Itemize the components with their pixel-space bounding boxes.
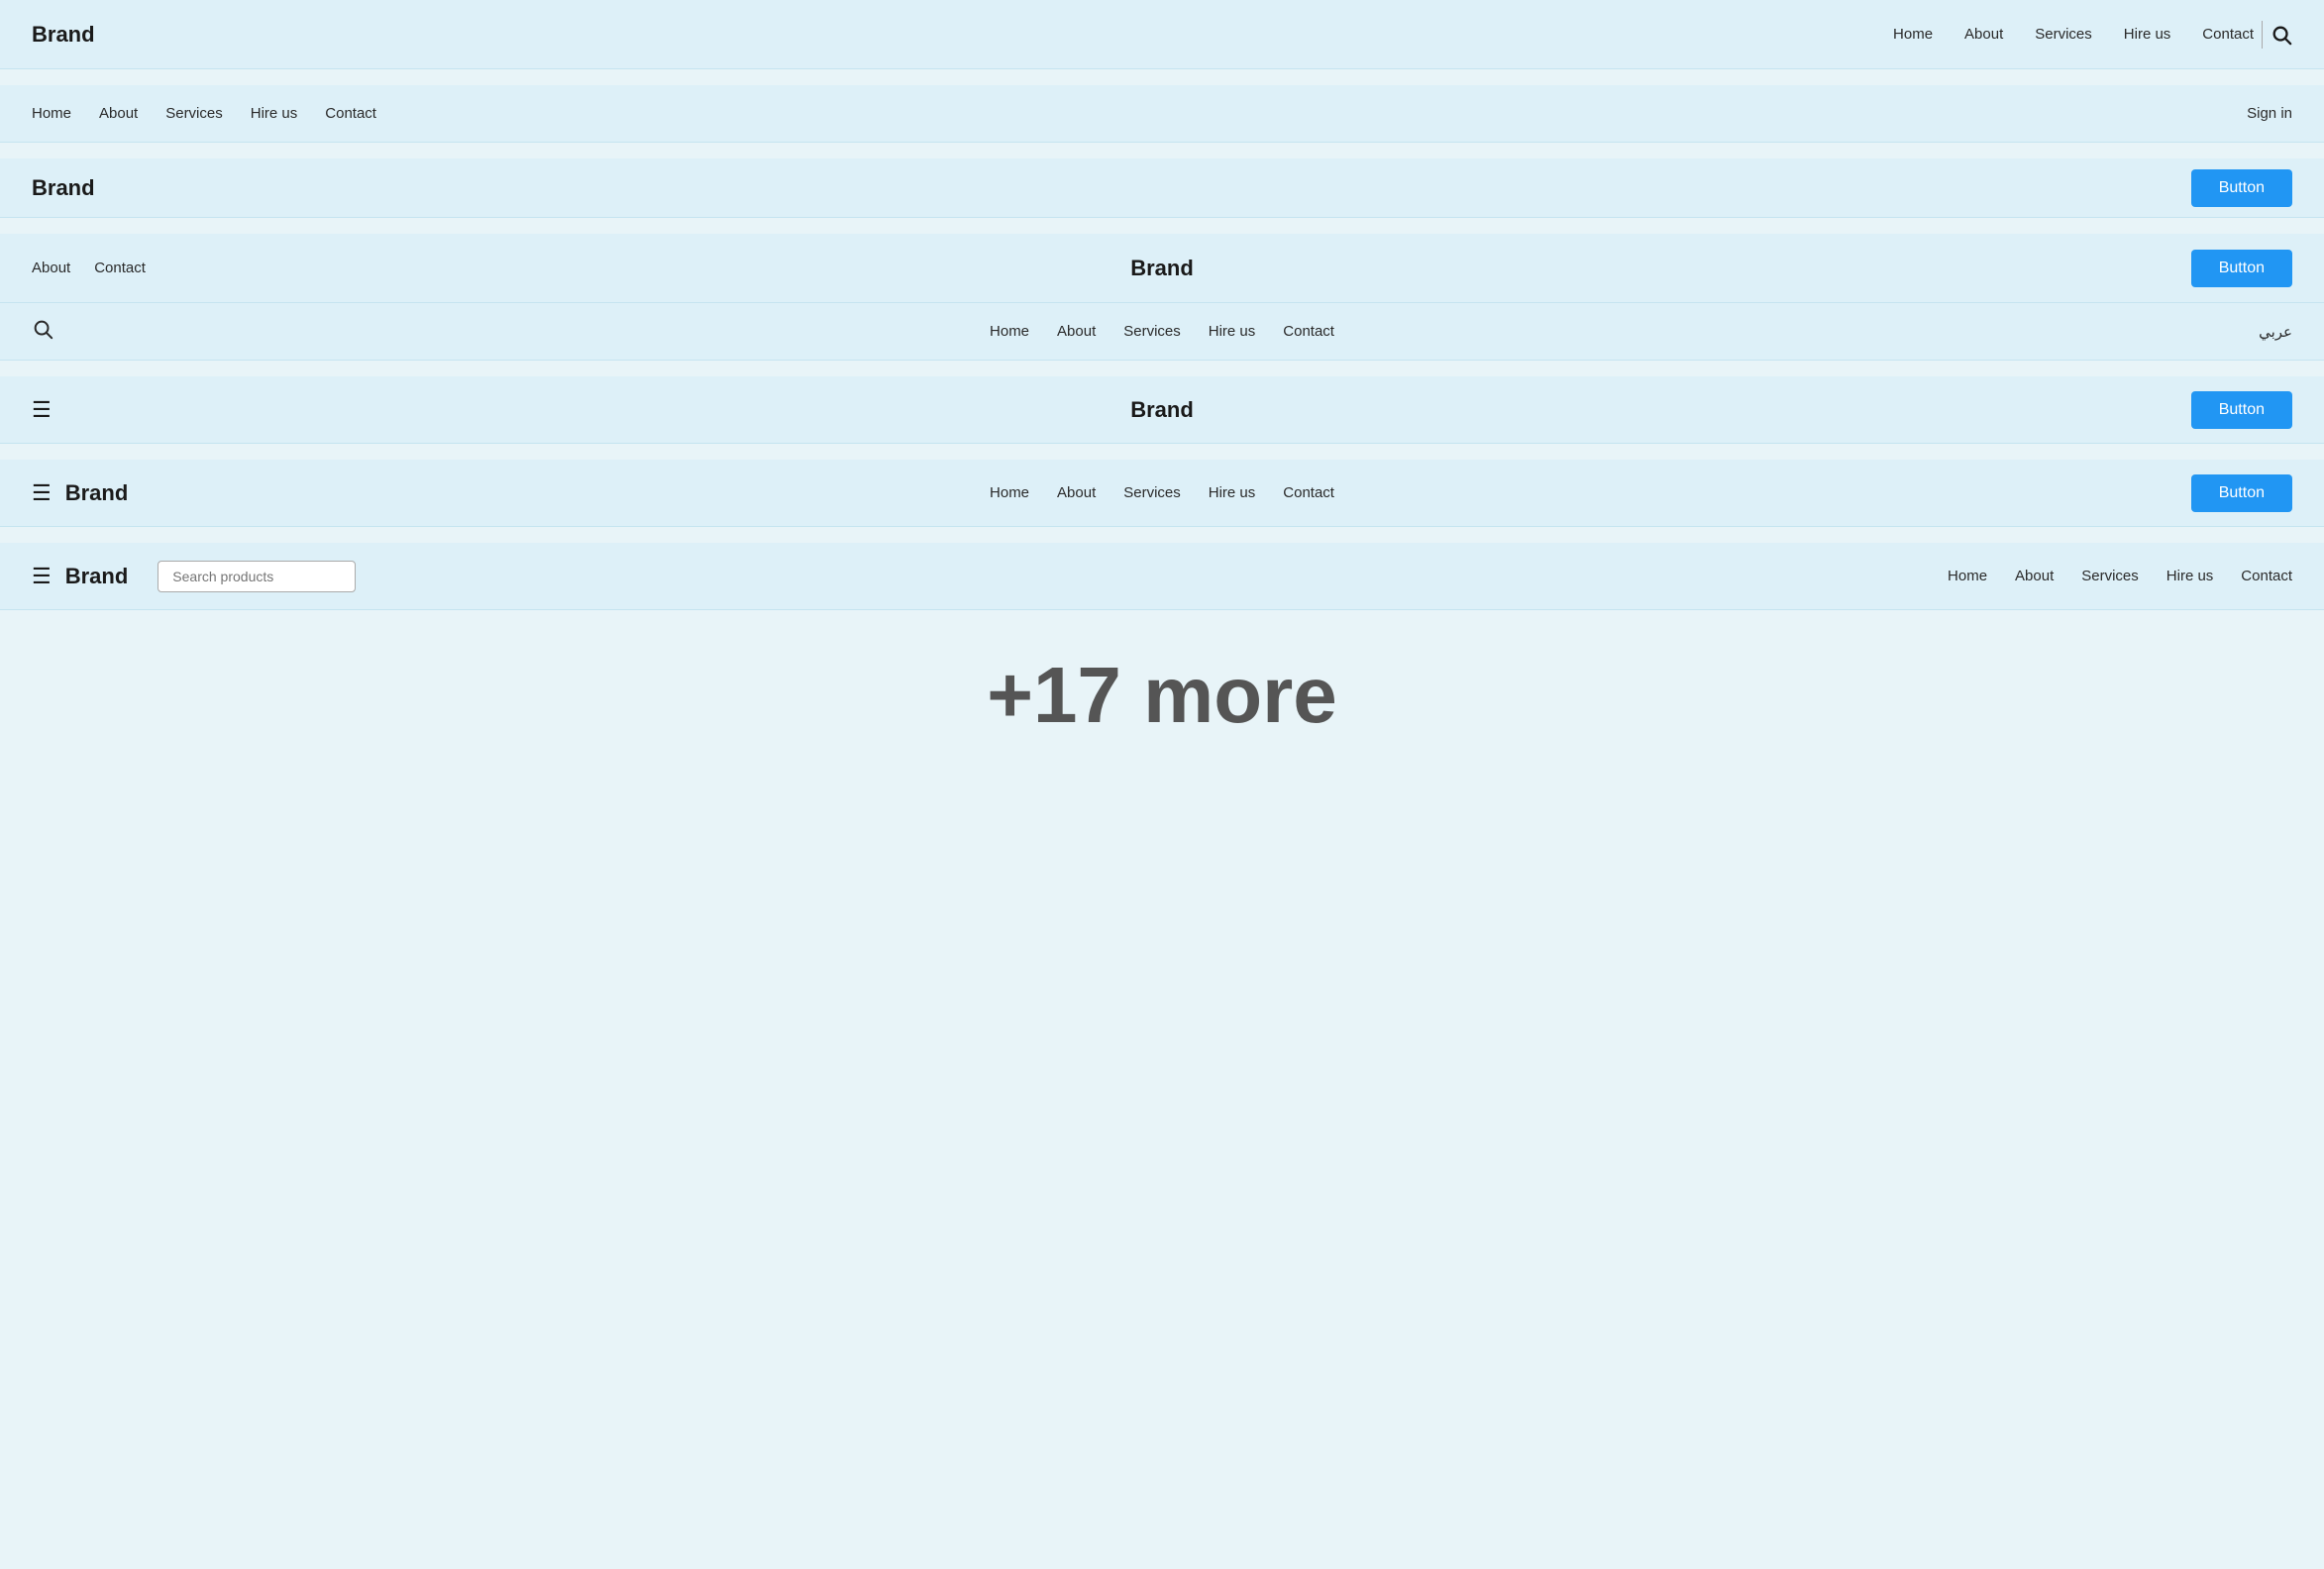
nav-home-2[interactable]: Home xyxy=(32,105,71,122)
button-4[interactable]: Button xyxy=(2191,250,2292,287)
gap-6 xyxy=(0,444,2324,460)
navbar-7: ☰ Brand Home About Services Hire us Cont… xyxy=(0,460,2324,527)
nav-hireus-1[interactable]: Hire us xyxy=(2124,26,2171,43)
navbar-2: Home About Services Hire us Contact Sign… xyxy=(0,85,2324,143)
hamburger-icon-6[interactable]: ☰ xyxy=(32,399,52,421)
nav-hireus-7[interactable]: Hire us xyxy=(1209,484,1256,501)
button-7[interactable]: Button xyxy=(2191,474,2292,512)
more-label: +17 more xyxy=(987,650,1337,741)
nav-contact-5[interactable]: Contact xyxy=(1283,323,1334,340)
nav-home-7[interactable]: Home xyxy=(990,484,1029,501)
nav-contact-8[interactable]: Contact xyxy=(2241,568,2292,584)
nav-home-8[interactable]: Home xyxy=(1948,568,1987,584)
nav-about-4[interactable]: About xyxy=(32,260,70,276)
gap-5 xyxy=(0,361,2324,376)
nav-contact-7[interactable]: Contact xyxy=(1283,484,1334,501)
gap-7 xyxy=(0,527,2324,543)
brand-8: Brand xyxy=(65,564,129,589)
more-section: +17 more xyxy=(0,610,2324,761)
nav-services-1[interactable]: Services xyxy=(2035,26,2092,43)
nav-contact-4[interactable]: Contact xyxy=(94,260,146,276)
navbar-8: ☰ Brand Home About Services Hire us Cont… xyxy=(0,543,2324,610)
left-section-8: ☰ Brand xyxy=(32,561,356,592)
nav-services-8[interactable]: Services xyxy=(2081,568,2139,584)
nav-hireus-8[interactable]: Hire us xyxy=(2166,568,2214,584)
navbar-6: ☰ Brand Button xyxy=(0,376,2324,444)
navbar-1: Brand Home About Services Hire us Contac… xyxy=(0,0,2324,69)
nav-links-2: Home About Services Hire us Contact xyxy=(32,105,376,123)
gap-2 xyxy=(0,143,2324,158)
nav-hireus-2[interactable]: Hire us xyxy=(251,105,298,122)
nav-contact-1[interactable]: Contact xyxy=(2202,26,2254,43)
brand-1: Brand xyxy=(32,22,95,48)
nav-about-7[interactable]: About xyxy=(1057,484,1096,501)
brand-3: Brand xyxy=(32,175,95,201)
arabic-label[interactable]: عربي xyxy=(2259,323,2292,341)
center-nav-5: Home About Services Hire us Contact xyxy=(990,323,1334,341)
button-6[interactable]: Button xyxy=(2191,391,2292,429)
navbar-3: Brand Button xyxy=(0,158,2324,218)
nav-services-5[interactable]: Services xyxy=(1123,323,1181,340)
gap-3 xyxy=(0,218,2324,234)
left-links-4: About Contact xyxy=(32,260,146,277)
center-nav-7: Home About Services Hire us Contact xyxy=(990,484,1334,502)
brand-7: Brand xyxy=(65,480,129,506)
search-icon-button-1[interactable] xyxy=(2271,24,2292,46)
nav-home-1[interactable]: Home xyxy=(1893,26,1933,43)
search-svg-5 xyxy=(32,318,53,340)
signin-link[interactable]: Sign in xyxy=(2247,105,2292,122)
brand-6: Brand xyxy=(1130,397,1194,423)
nav-about-2[interactable]: About xyxy=(99,105,138,122)
nav-services-2[interactable]: Services xyxy=(165,105,223,122)
nav-home-5[interactable]: Home xyxy=(990,323,1029,340)
search-input-8[interactable] xyxy=(158,561,356,592)
right-nav-8: Home About Services Hire us Contact xyxy=(1948,568,2292,585)
gap-1 xyxy=(0,69,2324,85)
nav-links-1: Home About Services Hire us Contact xyxy=(1893,26,2254,44)
hamburger-icon-8[interactable]: ☰ xyxy=(32,566,52,587)
nav-contact-2[interactable]: Contact xyxy=(325,105,376,122)
nav-services-7[interactable]: Services xyxy=(1123,484,1181,501)
nav-about-8[interactable]: About xyxy=(2015,568,2054,584)
navbar-4: About Contact Brand Button xyxy=(0,234,2324,303)
brand-4: Brand xyxy=(1130,256,1194,281)
nav-divider-1 xyxy=(2262,21,2263,49)
hamburger-icon-7[interactable]: ☰ xyxy=(32,482,52,504)
nav-about-5[interactable]: About xyxy=(1057,323,1096,340)
search-icon-5[interactable] xyxy=(32,318,53,346)
nav-hireus-5[interactable]: Hire us xyxy=(1209,323,1256,340)
nav-about-1[interactable]: About xyxy=(1964,26,2003,43)
left-section-7: ☰ Brand xyxy=(32,480,128,506)
button-3[interactable]: Button xyxy=(2191,169,2292,207)
navbar-5: Home About Services Hire us Contact عربي xyxy=(0,303,2324,361)
search-icon-1 xyxy=(2271,24,2292,46)
